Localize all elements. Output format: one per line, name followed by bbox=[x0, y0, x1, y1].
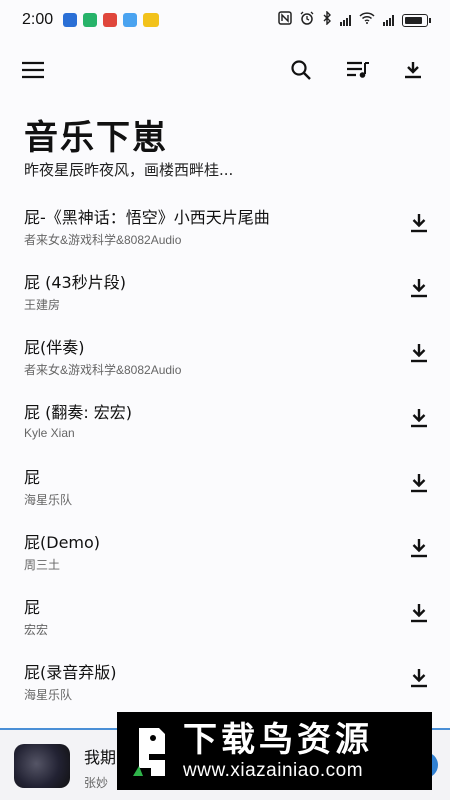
download-icon[interactable] bbox=[408, 407, 430, 429]
notification-icon bbox=[143, 13, 160, 27]
list-item[interactable]: 屁 (43秒片段) 王建房 bbox=[0, 253, 450, 318]
song-title: 屁 (翻奏: 宏宏) bbox=[24, 403, 133, 422]
song-title: 屁(录音弃版) bbox=[24, 663, 117, 682]
page-title: 音乐下崽 bbox=[24, 118, 168, 158]
search-icon[interactable] bbox=[288, 57, 314, 83]
song-artist: 海星乐队 bbox=[24, 493, 73, 507]
download-icon[interactable] bbox=[408, 602, 430, 624]
download-icon[interactable] bbox=[408, 342, 430, 364]
song-artist: 者来女&游戏科学&8082Audio bbox=[24, 363, 182, 377]
song-title: 屁 (43秒片段) bbox=[24, 273, 126, 292]
player-artist: 张妙 bbox=[84, 776, 109, 790]
song-list: 屁-《黑神话：悟空》小西天片尾曲 者来女&游戏科学&8082Audio 屁 (4… bbox=[0, 188, 450, 708]
song-artist: 海星乐队 bbox=[24, 688, 73, 702]
notification-icon bbox=[123, 13, 138, 27]
song-artist: 宏宏 bbox=[24, 623, 49, 637]
notification-icon bbox=[83, 13, 98, 27]
alarm-icon bbox=[300, 11, 314, 29]
menu-icon[interactable] bbox=[20, 57, 46, 83]
list-item[interactable]: 屁-《黑神话：悟空》小西天片尾曲 者来女&游戏科学&8082Audio bbox=[0, 188, 450, 253]
song-title: 屁 bbox=[24, 468, 41, 487]
song-title: 屁 bbox=[24, 598, 41, 617]
toolbar bbox=[0, 50, 450, 90]
list-item[interactable]: 屁(录音弃版) 海星乐队 bbox=[0, 643, 450, 708]
download-icon[interactable] bbox=[408, 212, 430, 234]
download-icon[interactable] bbox=[408, 667, 430, 689]
list-item[interactable]: 屁(Demo) 周三土 bbox=[0, 513, 450, 578]
notification-icon bbox=[63, 13, 78, 27]
download-icon[interactable] bbox=[408, 537, 430, 559]
download-icon[interactable] bbox=[408, 277, 430, 299]
download-icon[interactable] bbox=[400, 57, 426, 83]
nfc-icon bbox=[278, 11, 292, 29]
song-title: 屁(Demo) bbox=[24, 533, 101, 552]
list-item[interactable]: 屁(伴奏) 者来女&游戏科学&8082Audio bbox=[0, 318, 450, 383]
status-icons bbox=[278, 10, 431, 29]
watermark-url: www.xiazainiao.com bbox=[183, 760, 364, 781]
song-artist: 周三土 bbox=[24, 558, 61, 572]
watermark: 下载鸟资源 www.xiazainiao.com bbox=[117, 712, 432, 790]
notification-icon bbox=[103, 13, 118, 27]
song-artist: 者来女&游戏科学&8082Audio bbox=[24, 233, 182, 247]
song-artist: 王建房 bbox=[24, 298, 61, 312]
wifi-icon bbox=[359, 12, 375, 28]
bluetooth-icon bbox=[322, 10, 332, 29]
status-bar: 2:00 bbox=[0, 0, 450, 40]
player-title: 我期 bbox=[84, 748, 117, 767]
album-cover[interactable] bbox=[14, 744, 70, 788]
signal-icon bbox=[383, 14, 394, 26]
song-artist: Kyle Xian bbox=[24, 426, 75, 440]
bird-logo-icon bbox=[131, 722, 171, 780]
song-title: 屁(伴奏) bbox=[24, 338, 85, 357]
playlist-icon[interactable] bbox=[345, 57, 371, 83]
download-icon[interactable] bbox=[408, 472, 430, 494]
signal-icon bbox=[340, 14, 351, 26]
watermark-name: 下载鸟资源 bbox=[183, 720, 373, 760]
song-title: 屁-《黑神话：悟空》小西天片尾曲 bbox=[24, 208, 270, 227]
battery-icon bbox=[402, 13, 431, 27]
list-item[interactable]: 屁 宏宏 bbox=[0, 578, 450, 643]
page-subtitle: 昨夜星辰昨夜风，画楼西畔桂... bbox=[24, 161, 234, 179]
list-item[interactable]: 屁 (翻奏: 宏宏) Kyle Xian bbox=[0, 383, 450, 448]
list-item[interactable]: 屁 海星乐队 bbox=[0, 448, 450, 513]
status-time: 2:00 bbox=[22, 11, 54, 28]
